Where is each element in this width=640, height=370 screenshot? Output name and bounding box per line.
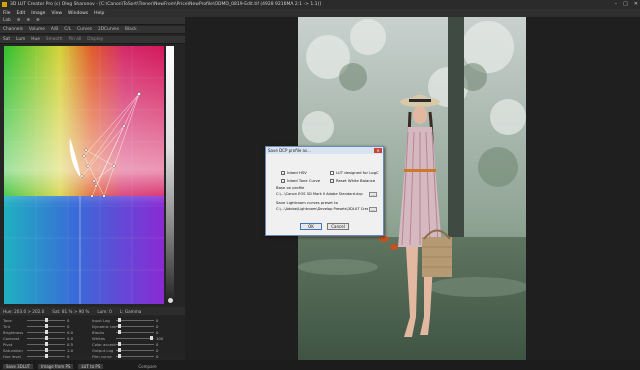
lum-readout: Lum: 0 — [97, 308, 112, 314]
menu-help[interactable]: Help — [94, 11, 104, 16]
hue-readout: Hue: 203.0 > 202.0 — [3, 308, 45, 314]
sliders-left: Tone 0 Tint 0 Brightness 0.0 Contrast 0.0 Pi… — [3, 317, 77, 359]
tab-ab[interactable]: A/B — [51, 27, 58, 32]
lum-button[interactable]: Lum — [16, 37, 25, 42]
app-icon — [2, 2, 7, 7]
luminance-strip[interactable] — [166, 46, 174, 304]
gamma-readout: L: Gamma — [119, 308, 142, 314]
menu-windows[interactable]: Windows — [68, 11, 88, 16]
adjustment-sliders: Tone 0 Tint 0 Brightness 0.0 Contrast 0.0 Pi… — [0, 316, 185, 359]
dialog-title: Save DCP profile as... — [266, 147, 383, 154]
smooth-button[interactable]: Smooth — [46, 37, 63, 42]
status-row: Hue: 203.0 > 202.0 Sat: 81 % > 90 % Lum:… — [0, 307, 185, 315]
title-bar: 3D LUT Creator Pro (c) Oleg Sharonov - [… — [0, 0, 640, 9]
save-3dlut-button[interactable]: Save 3DLUT — [3, 363, 34, 369]
base-browse-button[interactable]: ... — [369, 192, 377, 197]
slider-film-curve[interactable]: Film curve 0 — [92, 353, 166, 359]
menu-file[interactable]: File — [3, 11, 11, 16]
preset-browse-button[interactable]: ... — [369, 207, 377, 212]
preset-label: Save Lightroom curves preset to — [276, 200, 338, 205]
crosshair-icon[interactable]: ⊕ — [36, 18, 40, 23]
mode-tabs: Channels Volume A/B C/L Curves 2DCurves … — [0, 26, 185, 34]
bottom-actions: Save 3DLUT Image from PS LUT to PS Compa… — [0, 362, 185, 370]
colorspace-select[interactable]: Lab — [3, 18, 11, 23]
sliders-right: Input Log0 Dynamic range0 Blacks0 Whites… — [92, 317, 166, 359]
left-panel: Lab ⊕ ⊕ ⊕ Channels Volume A/B C/L Curves… — [0, 17, 185, 369]
pin-all-button[interactable]: Pin all — [68, 37, 81, 42]
maximize-button[interactable]: □ — [623, 1, 628, 7]
compare-button[interactable]: Compare — [138, 364, 156, 369]
sat-button[interactable]: Sat — [3, 37, 10, 42]
menu-bar: File Edit Image View Windows Help — [0, 9, 640, 17]
grid-toolbar: Sat Lum Hue Smooth Pin all Display — [0, 36, 185, 44]
hue-saturation-grid[interactable] — [4, 46, 164, 304]
lut-to-ps-button[interactable]: LUT to PS — [78, 363, 104, 369]
image-from-ps-button[interactable]: Image from PS — [38, 363, 74, 369]
hue-button[interactable]: Hue — [31, 37, 40, 42]
logc-checkbox[interactable]: LUT designed for LogC — [330, 170, 379, 175]
display-button[interactable]: Display — [87, 37, 103, 42]
tab-curves[interactable]: Curves — [77, 27, 92, 32]
toolbar-top: Lab ⊕ ⊕ ⊕ — [0, 17, 185, 25]
inbed-tone-curve-checkbox[interactable]: ✓ Inbed Tone Curve — [281, 178, 320, 184]
save-dcp-dialog: Save DCP profile as... ✕ ✓ Inbed HSV LUT … — [265, 146, 384, 236]
inbed-hsv-checkbox[interactable]: ✓ Inbed HSV — [281, 170, 307, 176]
ok-button[interactable]: OK — [300, 223, 322, 230]
menu-view[interactable]: View — [51, 11, 62, 16]
check-icon: ✓ — [281, 178, 285, 184]
tab-black[interactable]: Black — [125, 27, 137, 32]
tab-2dcurves[interactable]: 2DCurves — [98, 27, 119, 32]
menu-edit[interactable]: Edit — [17, 11, 26, 16]
sat-readout: Sat: 81 % > 90 % — [52, 308, 90, 314]
preset-path[interactable]: C:\...\Adobe\Lightroom\Develop Presets\3… — [276, 206, 368, 212]
moon-icon — [168, 298, 173, 303]
cancel-button[interactable]: Cancel — [327, 223, 349, 230]
tab-cl[interactable]: C/L — [64, 27, 71, 32]
menu-image[interactable]: Image — [31, 11, 45, 16]
check-icon: ✓ — [330, 178, 334, 184]
tab-channels[interactable]: Channels — [3, 27, 23, 32]
base-profile-path[interactable]: C:\...\Canon EOS 5D Mark II Adobe Standa… — [276, 191, 368, 197]
check-icon: ✓ — [281, 170, 285, 176]
minimize-button[interactable]: – — [615, 1, 618, 7]
target-icon[interactable]: ⊕ — [26, 18, 30, 23]
zoom-icon[interactable]: ⊕ — [17, 18, 21, 23]
reset-white-balance-checkbox[interactable]: ✓ Reset White Balance — [330, 178, 375, 184]
dialog-close-button[interactable]: ✕ — [374, 148, 382, 153]
tab-volume[interactable]: Volume — [29, 27, 45, 32]
slider-hue-level[interactable]: Hue level 0 — [3, 353, 77, 359]
close-button[interactable]: ✕ — [634, 1, 638, 7]
window-title: 3D LUT Creator Pro (c) Oleg Sharonov - [… — [10, 2, 322, 7]
checkbox-empty-icon — [330, 170, 334, 175]
base-profile-label: Base on profile — [276, 185, 305, 190]
